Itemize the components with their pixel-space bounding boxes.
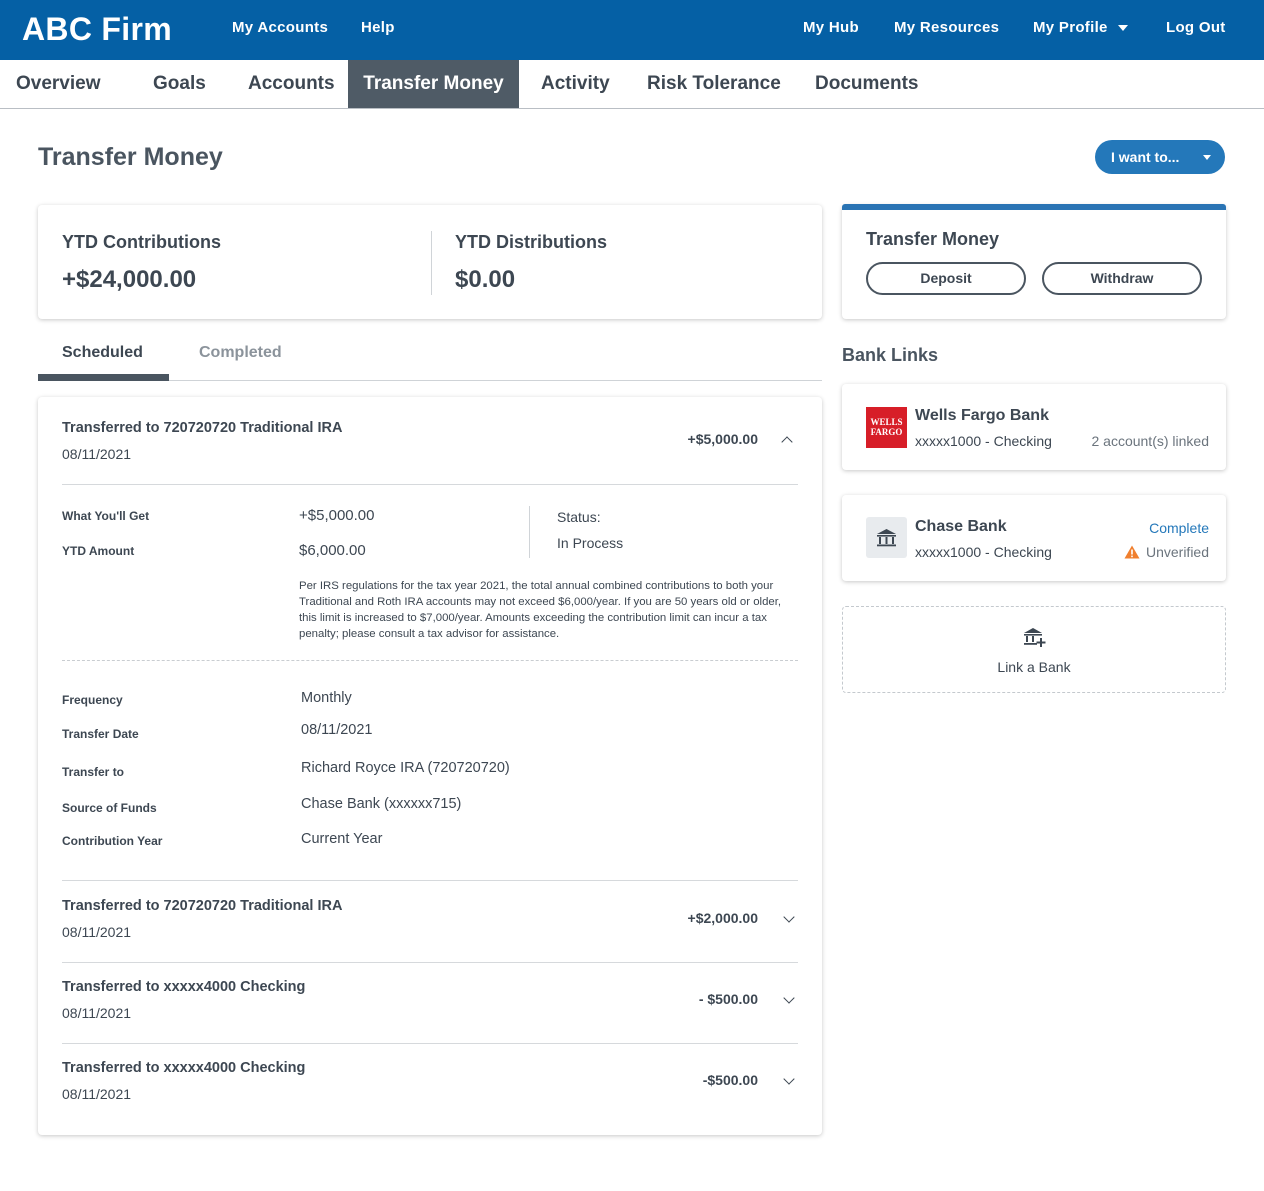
nav-my-hub[interactable]: My Hub (803, 19, 859, 36)
top-navigation-bar: ABC Firm My Accounts Help My Hub My Reso… (0, 0, 1264, 60)
tab-activity[interactable]: Activity (541, 60, 610, 108)
bank-card-chase[interactable]: Chase Bank xxxxx1000 - Checking Complete… (842, 495, 1226, 581)
ytd-distributions-value: $0.00 (455, 266, 516, 293)
transfer-title: Transferred to 720720720 Traditional IRA (62, 420, 343, 436)
nav-log-out[interactable]: Log Out (1166, 19, 1226, 36)
irs-notice: Per IRS regulations for the tax year 202… (299, 580, 782, 640)
link-a-bank-label: Link a Bank (997, 659, 1071, 675)
transfer-money-card-title: Transfer Money (866, 229, 1000, 249)
tab-documents[interactable]: Documents (815, 60, 918, 108)
wells-fargo-logo: WELLS FARGO (866, 407, 907, 448)
bank-account: xxxxx1000 - Checking (915, 433, 1052, 449)
chevron-down-icon[interactable] (783, 911, 795, 923)
transfer-to-label: Transfer to (62, 765, 125, 779)
transfer-title: Transferred to xxxxx4000 Checking (62, 979, 306, 995)
bank-building-icon (866, 517, 907, 558)
withdraw-button[interactable]: Withdraw (1042, 262, 1202, 295)
card-accent-bar (842, 204, 1226, 210)
transfer-date: 08/11/2021 (62, 1086, 132, 1102)
ytd-contributions-label: YTD Contributions (62, 232, 221, 252)
frequency-label: Frequency (62, 693, 123, 707)
transfer-date-label: Transfer Date (62, 727, 139, 741)
divider (62, 1043, 798, 1044)
transfer-date-value: 08/11/2021 (301, 722, 373, 738)
chevron-down-icon (1117, 25, 1128, 32)
warning-icon (1124, 545, 1140, 559)
what-youll-get-value: +$5,000.00 (299, 507, 375, 524)
transfer-title: Transferred to 720720720 Traditional IRA (62, 898, 343, 914)
ytd-contributions-value: +$24,000.00 (62, 266, 197, 293)
dashed-divider (62, 660, 798, 661)
tab-transfer-money[interactable]: Transfer Money (348, 60, 519, 108)
main-tabs: Overview Goals Accounts Transfer Money A… (0, 60, 1264, 109)
tab-scheduled[interactable]: Scheduled (62, 344, 143, 362)
transfer-date: 08/11/2021 (62, 1005, 132, 1021)
frequency-value: Monthly (301, 690, 352, 706)
transfer-money-card: Transfer Money Deposit Withdraw (842, 205, 1226, 319)
tab-accounts[interactable]: Accounts (248, 60, 335, 108)
i-want-to-dropdown[interactable]: I want to... (1095, 140, 1225, 174)
bank-card-wells-fargo[interactable]: WELLS FARGO Wells Fargo Bank xxxxx1000 -… (842, 384, 1226, 470)
verification-status: Unverified (1124, 544, 1209, 560)
transfer-date: 08/11/2021 (62, 924, 132, 940)
divider (431, 231, 432, 295)
chevron-down-icon[interactable] (783, 1073, 795, 1085)
tab-overview[interactable]: Overview (0, 60, 120, 108)
status-label: Status: (557, 509, 601, 525)
bank-name: Wells Fargo Bank (915, 407, 1049, 424)
bank-name: Chase Bank (915, 518, 1007, 535)
transfer-amount: -$500.00 (702, 1072, 758, 1088)
linked-accounts-count: 2 account(s) linked (1091, 433, 1209, 449)
scheduled-transfers-card: Transferred to 720720720 Traditional IRA… (38, 397, 822, 1135)
bank-account: xxxxx1000 - Checking (915, 544, 1052, 560)
divider (529, 506, 530, 558)
tab-goals[interactable]: Goals (153, 60, 206, 108)
chevron-down-icon (1203, 155, 1211, 160)
nav-help[interactable]: Help (361, 19, 395, 36)
transfer-amount: - $500.00 (698, 991, 758, 1007)
complete-link[interactable]: Complete (1149, 520, 1209, 536)
active-tab-indicator (38, 374, 169, 381)
page-title: Transfer Money (38, 143, 223, 171)
ytd-amount-label: YTD Amount (62, 544, 135, 558)
divider (62, 880, 798, 881)
nav-my-resources[interactable]: My Resources (894, 19, 999, 36)
link-a-bank-button[interactable]: Link a Bank (842, 606, 1226, 693)
tab-risk-tolerance[interactable]: Risk Tolerance (647, 60, 781, 108)
contribution-year-value: Current Year (301, 831, 383, 847)
transfer-to-value: Richard Royce IRA (720720720) (301, 760, 510, 776)
status-value: In Process (557, 535, 624, 551)
ytd-amount-value: $6,000.00 (299, 542, 366, 559)
what-youll-get-label: What You'll Get (62, 509, 150, 523)
brand-logo[interactable]: ABC Firm (22, 11, 172, 48)
divider (62, 962, 798, 963)
source-of-funds-label: Source of Funds (62, 801, 157, 815)
transfer-date: 08/11/2021 (62, 446, 132, 462)
transfer-amount: +$5,000.00 (687, 431, 758, 447)
unverified-label: Unverified (1145, 544, 1209, 560)
bank-links-title: Bank Links (842, 345, 939, 365)
add-bank-icon (1023, 627, 1047, 654)
i-want-to-label: I want to... (1111, 149, 1180, 165)
transfer-amount: +$2,000.00 (687, 910, 758, 926)
contribution-year-label: Contribution Year (62, 834, 163, 848)
nav-my-accounts[interactable]: My Accounts (232, 19, 328, 36)
divider (62, 484, 798, 485)
ytd-distributions-label: YTD Distributions (455, 232, 607, 252)
nav-my-profile[interactable]: My Profile (1033, 19, 1128, 36)
transfer-title: Transferred to xxxxx4000 Checking (62, 1060, 306, 1076)
tab-completed[interactable]: Completed (199, 344, 282, 362)
deposit-button[interactable]: Deposit (866, 262, 1026, 295)
ytd-summary-card: YTD Contributions +$24,000.00 YTD Distri… (38, 205, 822, 319)
chevron-up-icon[interactable] (781, 436, 793, 448)
chevron-down-icon[interactable] (783, 992, 795, 1004)
source-of-funds-value: Chase Bank (xxxxxx715) (301, 796, 462, 812)
my-profile-label: My Profile (1033, 19, 1108, 36)
